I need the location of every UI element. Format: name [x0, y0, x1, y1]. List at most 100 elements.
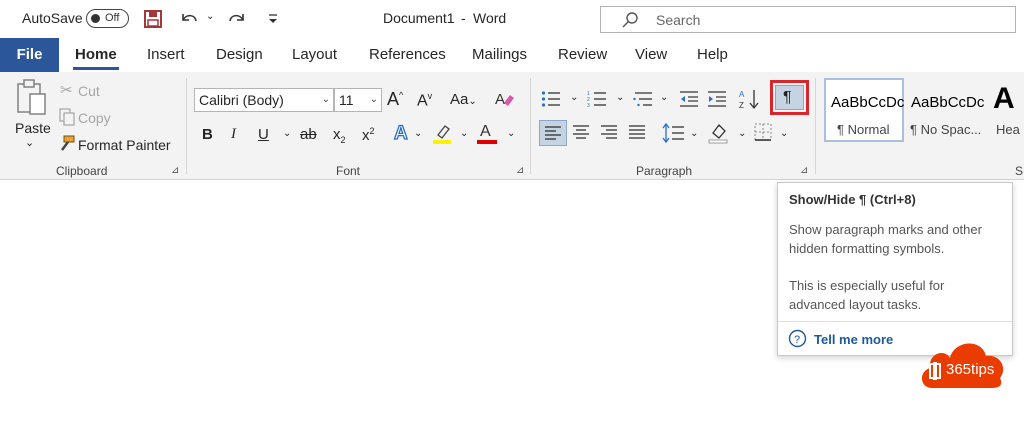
style-no-spacing-preview: AaBbCcDc [911, 94, 985, 111]
highlight-dropdown-icon[interactable]: ⌄ [460, 128, 468, 139]
autosave-toggle[interactable]: Off [86, 9, 129, 28]
style-no-spacing[interactable]: AaBbCcDc ¶ No Spac... [908, 78, 990, 142]
style-no-spacing-name: ¶ No Spac... [910, 122, 982, 137]
font-color-icon[interactable]: A [477, 123, 497, 145]
tooltip-line-1: Show paragraph marks and other [789, 222, 982, 237]
tab-file[interactable]: File [0, 38, 59, 72]
shrink-font-button[interactable]: Av [417, 91, 432, 110]
font-name-value: Calibri (Body) [199, 92, 284, 108]
show-hide-button[interactable]: ¶ [770, 80, 809, 115]
bullets-dropdown-icon[interactable]: ⌄ [570, 92, 578, 103]
underline-dropdown-icon[interactable]: ⌄ [283, 128, 291, 139]
superscript-mark: 2 [369, 126, 375, 136]
borders-icon[interactable] [753, 122, 773, 142]
change-case-button[interactable]: Aa⌄ [450, 91, 477, 108]
line-spacing-dropdown-icon[interactable]: ⌄ [690, 128, 698, 139]
svg-text:?: ? [794, 334, 800, 346]
superscript-glyph: x [362, 127, 370, 144]
italic-button[interactable]: I [231, 126, 236, 143]
undo-dropdown-icon[interactable]: ⌄ [206, 11, 214, 22]
numbering-icon[interactable]: 1 2 3 [587, 90, 607, 109]
subscript-button[interactable]: x2 [333, 126, 346, 145]
redo-icon[interactable] [226, 8, 248, 30]
format-painter-button[interactable]: Format Painter [78, 137, 171, 153]
tab-insert[interactable]: Insert [147, 46, 185, 63]
line-spacing-icon[interactable] [662, 121, 686, 145]
align-right-icon[interactable] [597, 121, 621, 145]
active-tab-underline [73, 67, 119, 70]
cut-icon: ✂ [60, 82, 73, 99]
group-separator [815, 78, 816, 174]
text-effects-dropdown-icon[interactable]: ⌄ [414, 128, 422, 139]
style-normal[interactable]: AaBbCcDc ¶ Normal [824, 78, 904, 142]
decrease-indent-icon[interactable] [679, 90, 699, 108]
paste-button[interactable]: Paste [15, 120, 51, 136]
tooltip-line-2: hidden formatting symbols. [789, 241, 945, 256]
bold-button[interactable]: B [202, 126, 213, 143]
tab-layout[interactable]: Layout [292, 46, 337, 63]
tab-references[interactable]: References [369, 46, 446, 63]
font-color-dropdown-icon[interactable]: ⌄ [507, 128, 515, 139]
chevron-down-icon[interactable]: ⌄ [370, 89, 378, 111]
svg-text:A: A [495, 91, 505, 108]
font-color-glyph: A [480, 123, 491, 140]
multilevel-list-icon[interactable] [633, 90, 653, 108]
align-left-button[interactable] [539, 120, 567, 146]
title-bar: AutoSave Off ⌄ Document1 - Word Search [0, 0, 1024, 38]
copy-button[interactable]: Copy [78, 110, 111, 126]
align-center-icon[interactable] [569, 121, 593, 145]
search-icon [621, 11, 639, 29]
logo-text: 365tips [946, 361, 995, 378]
superscript-button[interactable]: x2 [362, 126, 375, 144]
tab-help[interactable]: Help [697, 46, 728, 63]
tab-review[interactable]: Review [558, 46, 607, 63]
svg-text:3: 3 [587, 103, 590, 108]
paste-icon[interactable] [14, 78, 48, 116]
shading-dropdown-icon[interactable]: ⌄ [738, 128, 746, 139]
title-separator: - [461, 10, 466, 26]
align-left-icon [545, 126, 561, 140]
underline-button[interactable]: U [258, 126, 269, 143]
justify-icon[interactable] [625, 121, 649, 145]
strikethrough-button[interactable]: ab [300, 126, 317, 143]
font-size-value: 11 [339, 92, 354, 108]
increase-indent-icon[interactable] [707, 90, 727, 108]
sort-icon[interactable]: A Z [738, 88, 760, 110]
tooltip-title: Show/Hide ¶ (Ctrl+8) [789, 192, 916, 207]
save-icon[interactable] [143, 9, 163, 29]
paste-dropdown-icon[interactable]: ⌄ [25, 136, 34, 149]
search-box[interactable]: Search [600, 6, 1016, 33]
customize-toolbar-icon[interactable] [266, 12, 280, 26]
font-dialog-launcher-icon[interactable]: ⊿ [516, 165, 524, 176]
pilcrow-icon: ¶ [783, 89, 792, 106]
cut-button[interactable]: Cut [78, 83, 100, 99]
style-heading[interactable]: A Hea [990, 78, 1024, 142]
change-case-glyph: Aa [450, 91, 469, 108]
multilevel-dropdown-icon[interactable]: ⌄ [660, 92, 668, 103]
tell-me-more-link[interactable]: Tell me more [814, 332, 893, 347]
numbering-dropdown-icon[interactable]: ⌄ [616, 92, 624, 103]
highlighter-icon[interactable] [432, 123, 452, 145]
font-size-combo[interactable]: 11 ⌄ [334, 88, 382, 112]
clear-formatting-icon[interactable]: A [494, 89, 516, 109]
bullets-icon[interactable] [541, 90, 561, 108]
search-placeholder: Search [656, 12, 701, 28]
shading-icon[interactable] [707, 121, 731, 145]
tab-view[interactable]: View [635, 46, 667, 63]
group-separator [186, 78, 187, 174]
subscript-mark: 2 [340, 135, 346, 145]
clipboard-dialog-launcher-icon[interactable]: ⊿ [171, 165, 179, 176]
text-effects-button[interactable]: A [393, 122, 408, 145]
borders-dropdown-icon[interactable]: ⌄ [780, 128, 788, 139]
tab-home[interactable]: Home [75, 46, 117, 63]
tab-design[interactable]: Design [216, 46, 263, 63]
grow-font-button[interactable]: A^ [387, 89, 403, 110]
undo-icon[interactable] [178, 8, 200, 30]
styles-group-label: S [1015, 164, 1024, 178]
font-name-combo[interactable]: Calibri (Body) ⌄ [194, 88, 334, 112]
document-title: Document1 [383, 10, 455, 26]
font-group-label: Font [336, 164, 361, 178]
paragraph-dialog-launcher-icon[interactable]: ⊿ [800, 165, 808, 176]
tab-mailings[interactable]: Mailings [472, 46, 527, 63]
chevron-down-icon[interactable]: ⌄ [322, 89, 330, 111]
